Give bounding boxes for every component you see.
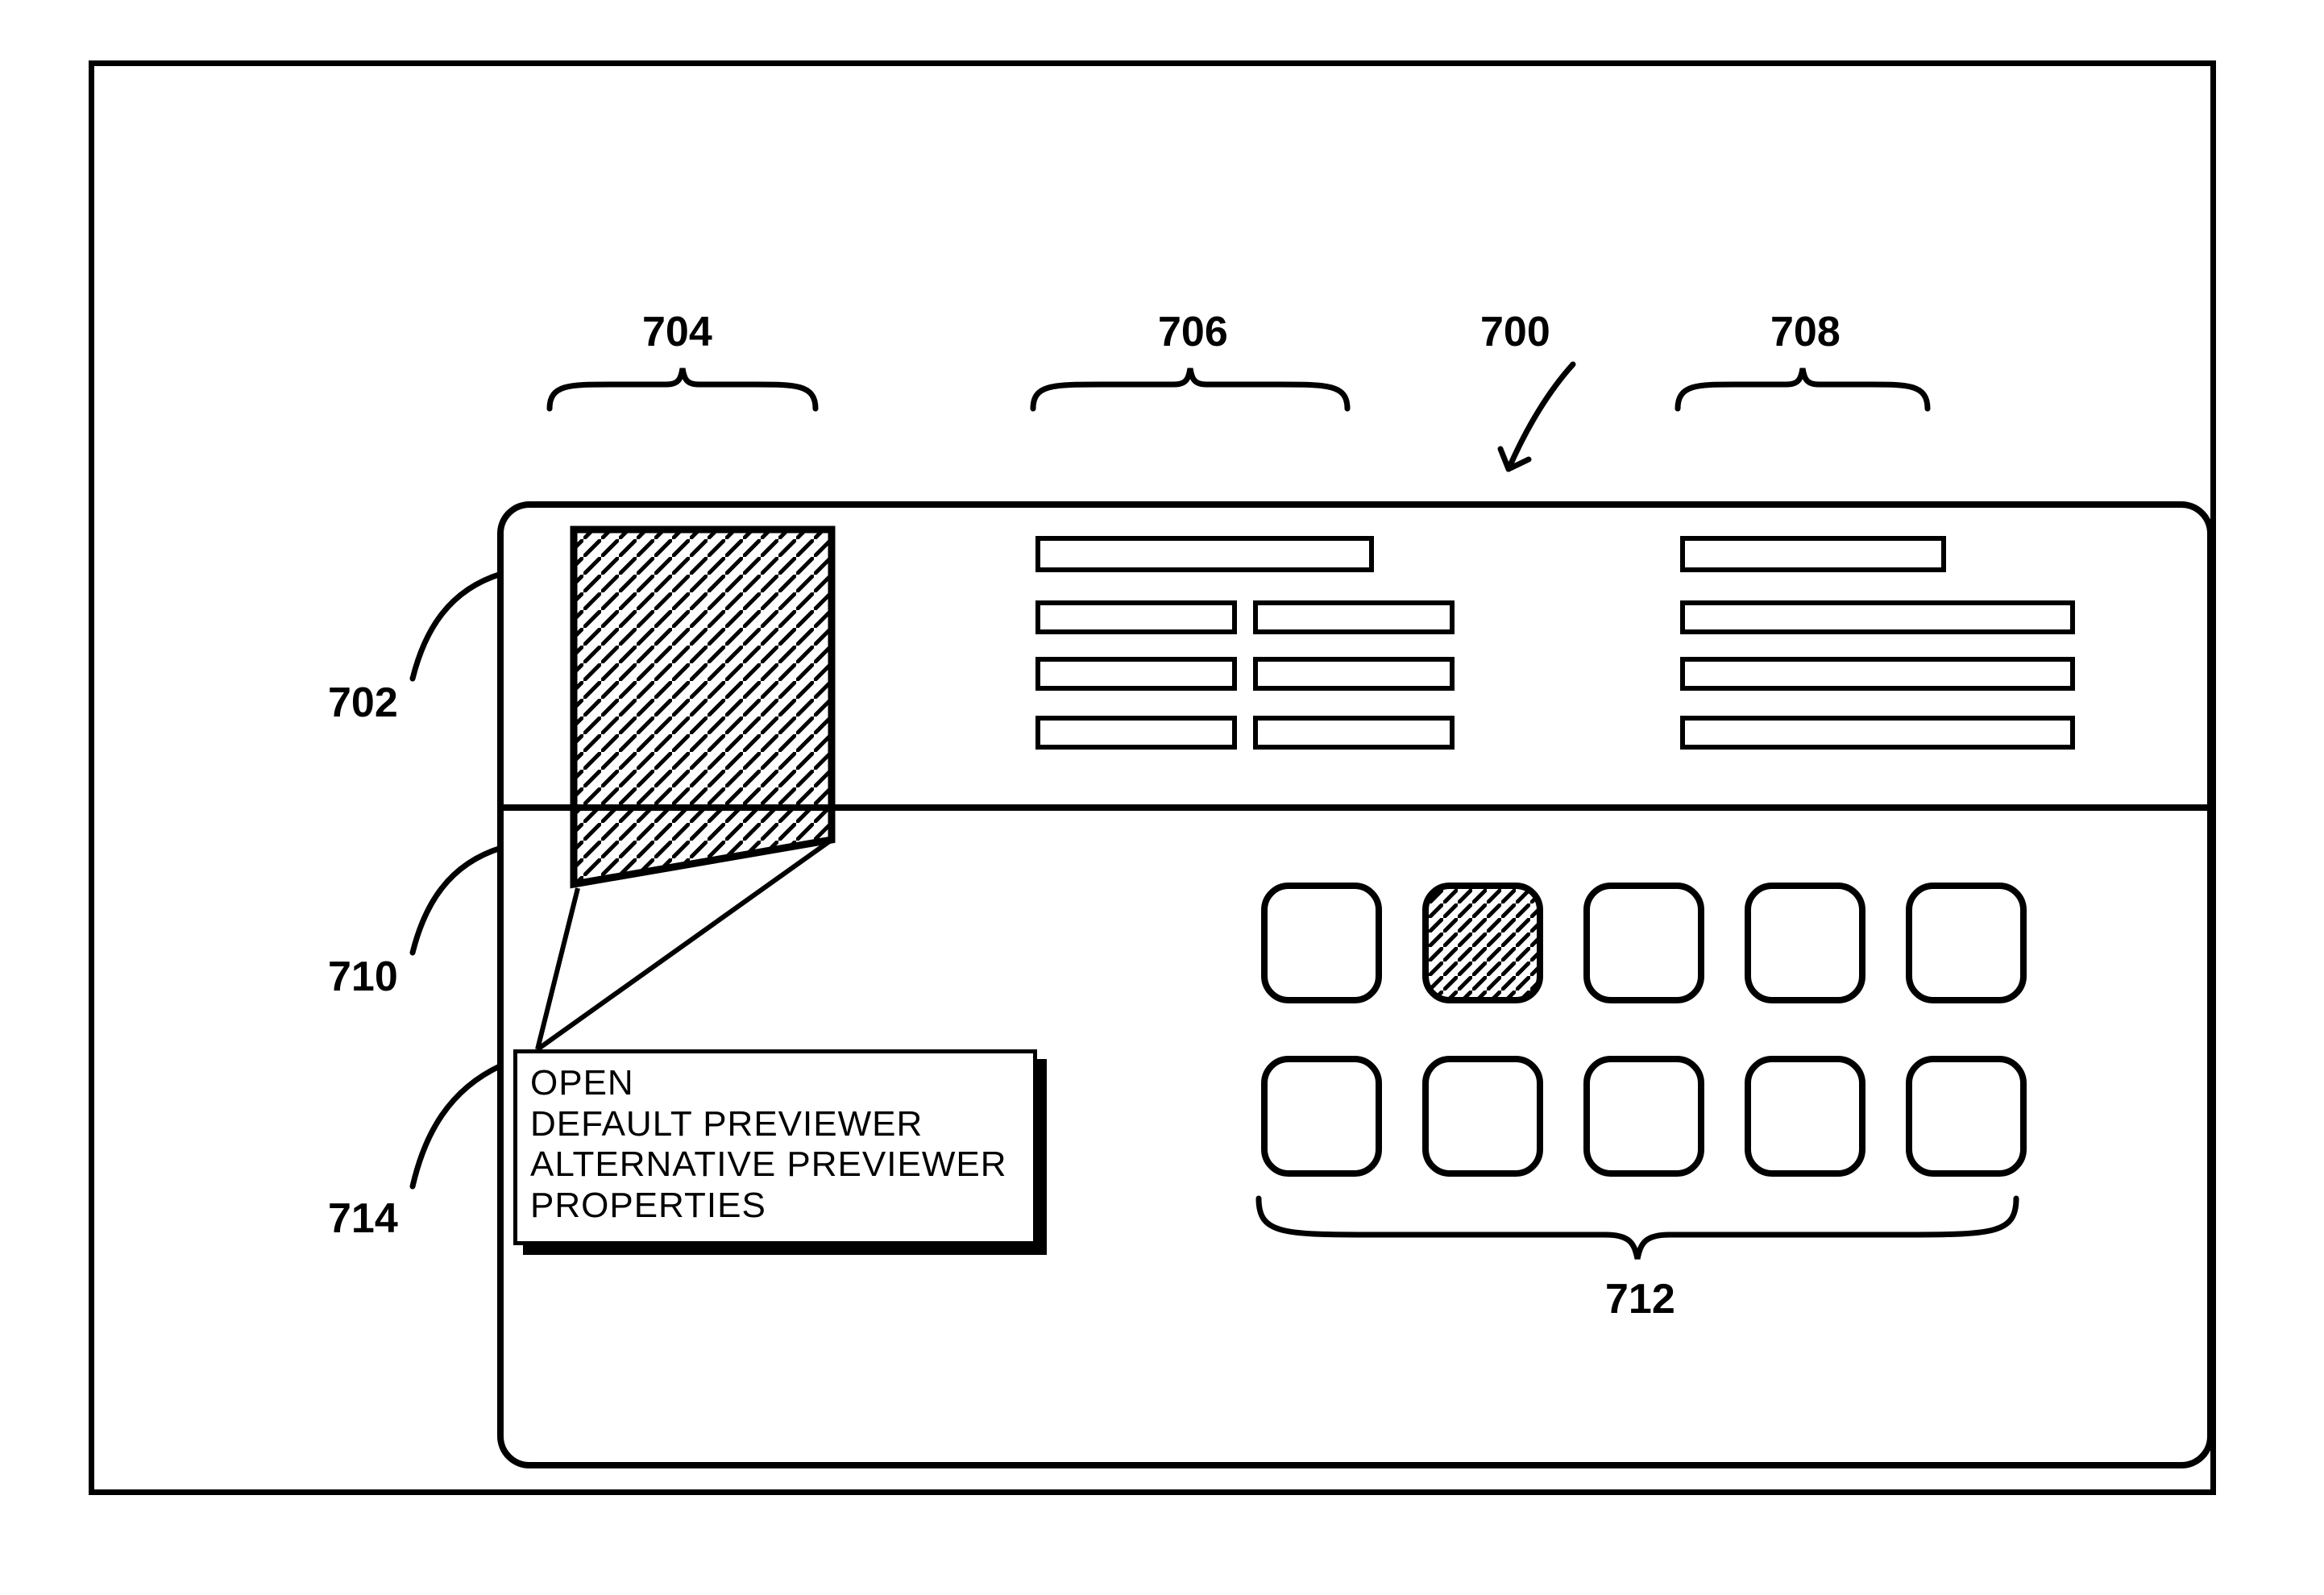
label-710: 710 [328,953,398,1001]
thumb-6[interactable] [1422,1056,1543,1177]
menu-item-open[interactable]: OPEN [530,1063,1020,1104]
thumb-2[interactable] [1583,883,1704,1003]
thumb-4[interactable] [1906,883,2027,1003]
label-704: 704 [642,308,712,356]
meta-row-706-4a [1035,716,1237,750]
thumb-5[interactable] [1261,1056,1382,1177]
thumb-0[interactable] [1261,883,1382,1003]
brace-706 [1029,364,1351,413]
meta-row-706-4b [1253,716,1455,750]
thumb-3[interactable] [1745,883,1865,1003]
label-708: 708 [1770,308,1841,356]
menu-item-alt[interactable]: ALTERNATIVE PREVIEWER [530,1144,1020,1186]
arc-714 [400,1057,505,1194]
arc-710 [400,840,505,961]
brace-712 [1251,1190,2024,1263]
meta-row-706-1 [1035,536,1374,572]
arc-702 [400,566,505,687]
meta-row-706-3b [1253,657,1455,691]
brace-708 [1674,364,1932,413]
meta-row-708-1 [1680,536,1946,572]
label-714: 714 [328,1194,398,1243]
menu-item-default[interactable]: DEFAULT PREVIEWER [530,1104,1020,1145]
thumb-9[interactable] [1906,1056,2027,1177]
label-706: 706 [1158,308,1228,356]
meta-row-706-2a [1035,600,1237,634]
outer-frame: 704 706 700 708 702 710 714 [89,60,2216,1495]
brace-704 [546,364,820,413]
meta-row-708-3 [1680,657,2075,691]
context-menu[interactable]: OPEN DEFAULT PREVIEWER ALTERNATIVE PREVI… [513,1049,1037,1245]
meta-row-708-2 [1680,600,2075,634]
label-700: 700 [1480,308,1550,356]
arrow-700 [1492,356,1589,493]
meta-row-706-2b [1253,600,1455,634]
meta-row-706-3a [1035,657,1237,691]
label-712: 712 [1605,1275,1675,1323]
menu-item-props[interactable]: PROPERTIES [530,1186,1020,1227]
preview-thumbnail[interactable] [566,521,840,892]
label-702: 702 [328,679,398,727]
meta-row-708-4 [1680,716,2075,750]
thumb-8[interactable] [1745,1056,1865,1177]
thumb-7[interactable] [1583,1056,1704,1177]
thumb-1[interactable] [1422,883,1543,1003]
